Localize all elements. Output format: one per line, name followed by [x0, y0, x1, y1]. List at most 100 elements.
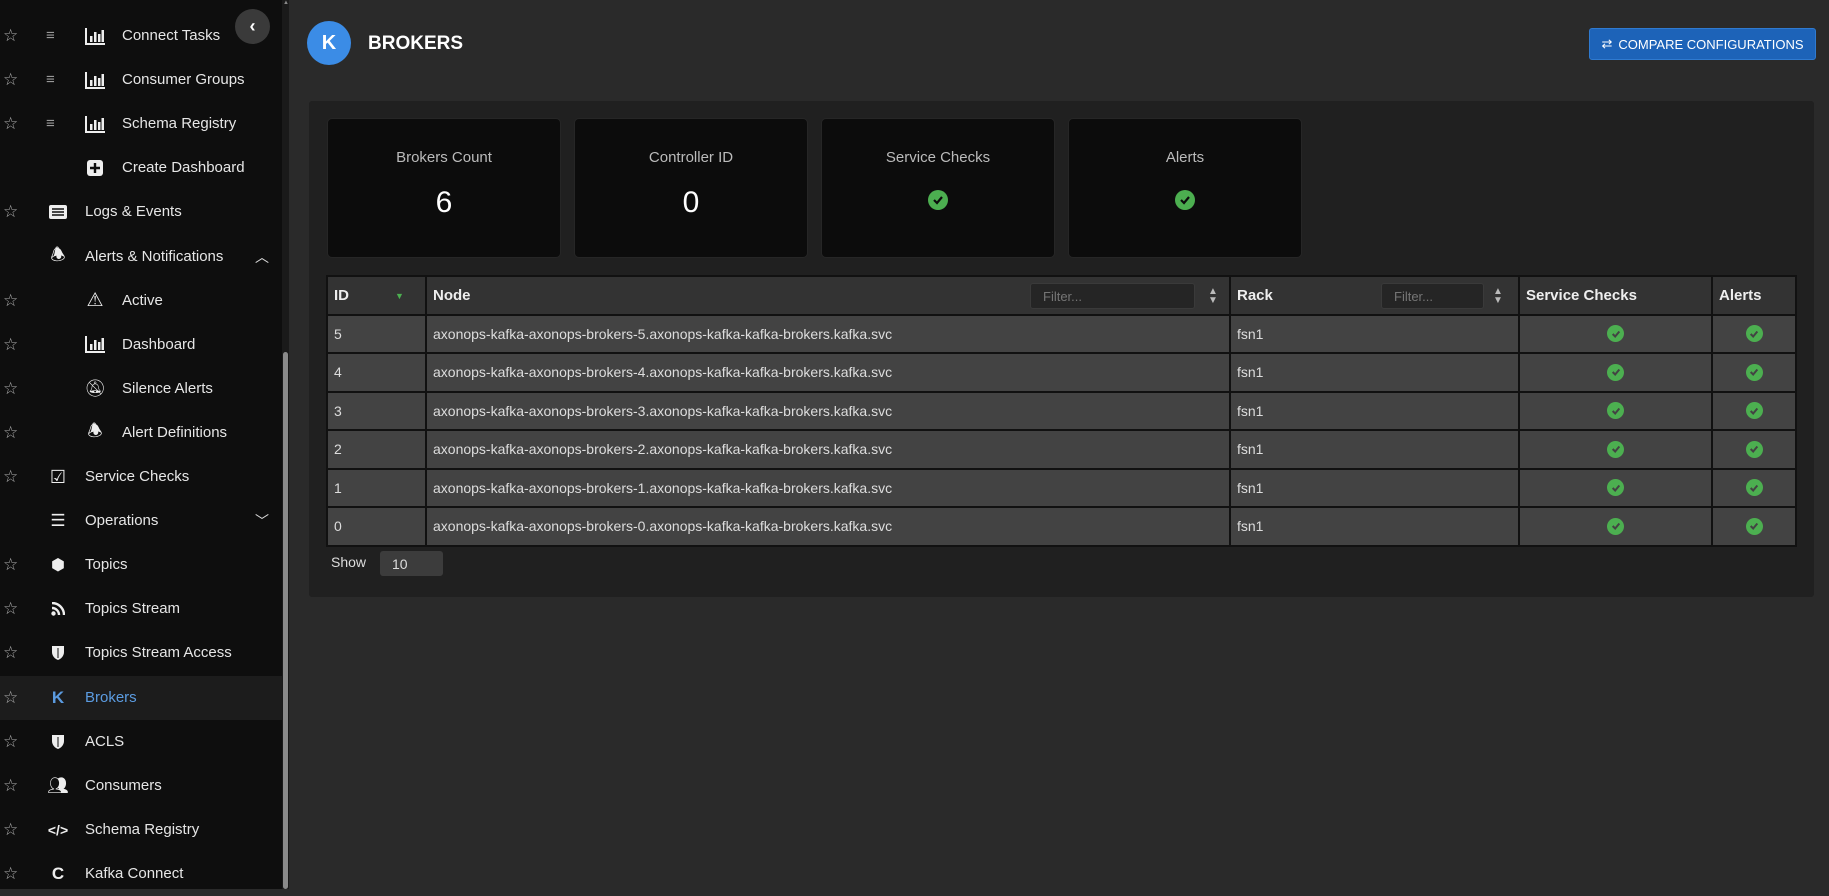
sidebar-item-logs-events[interactable]: ☆ Logs & Events	[0, 190, 282, 234]
drag-handle-icon[interactable]: ≡	[46, 27, 60, 45]
chevron-up-icon[interactable]: ︿	[255, 247, 269, 267]
cell-service-checks	[1518, 429, 1713, 470]
sidebar-item-schema-registry[interactable]: ☆ </> Schema Registry	[0, 808, 282, 852]
card-value: 0	[682, 186, 700, 219]
cell-rack: fsn1	[1229, 352, 1520, 393]
sidebar-item-label: Alerts & Notifications	[85, 247, 224, 265]
cell-rack: fsn1	[1229, 390, 1520, 431]
card-title: Controller ID	[648, 149, 734, 166]
sidebar-item-topics[interactable]: ☆ ⬢ Topics	[0, 543, 282, 587]
favorite-star-icon[interactable]: ☆	[3, 203, 21, 221]
sidebar-item-label: Schema Registry	[122, 115, 237, 133]
cell-node: axonops-kafka-axonops-brokers-4.axonops-…	[425, 352, 1231, 393]
favorite-star-icon[interactable]: ☆	[3, 688, 21, 707]
sidebar-item-label: Active	[122, 291, 163, 309]
favorite-star-icon[interactable]: ☆	[3, 556, 21, 574]
sidebar-scrollbar[interactable]: ▲	[282, 0, 289, 889]
sidebar-item-label: Brokers	[85, 688, 137, 706]
favorite-star-icon[interactable]: ☆	[3, 291, 21, 310]
cell-node: axonops-kafka-axonops-brokers-2.axonops-…	[425, 429, 1231, 470]
cell-alerts	[1711, 390, 1797, 431]
sort-icon[interactable]: ▲ ▼	[1493, 287, 1503, 306]
favorite-star-icon[interactable]: ☆	[3, 600, 21, 618]
column-header-node[interactable]: Node ▲▼	[425, 275, 1231, 316]
favorite-star-icon[interactable]: ☆	[3, 423, 21, 442]
favorite-star-icon[interactable]: ☆	[3, 468, 21, 486]
check-circle-icon	[1607, 479, 1624, 497]
sidebar-item-kafka-connect[interactable]: ☆ C Kafka Connect	[0, 852, 282, 896]
sidebar-item-silence-alerts[interactable]: ☆ 🔕︎ Silence Alerts	[0, 367, 282, 411]
chevron-down-icon[interactable]: ﹀	[255, 511, 269, 531]
sidebar-item-label: Operations	[85, 512, 159, 530]
sidebar-item-alerts-notifications[interactable]: 🕭 Alerts & Notifications ︿	[0, 235, 282, 279]
favorite-star-icon[interactable]: ☆	[3, 820, 21, 839]
favorite-star-icon[interactable]: ☆	[3, 864, 21, 883]
sidebar-item-schema-registry[interactable]: ☆ ≡ Schema Registry	[0, 102, 282, 146]
header-label: Rack	[1237, 286, 1273, 304]
favorite-star-icon[interactable]: ☆	[3, 776, 21, 795]
sidebar-item-service-checks[interactable]: ☆ ☑ Service Checks	[0, 455, 282, 499]
cell-alerts	[1711, 467, 1797, 508]
page-size-select[interactable]: 10	[380, 551, 443, 576]
check-circle-icon	[1745, 440, 1763, 458]
sidebar-item-brokers[interactable]: ☆ K Brokers	[0, 675, 282, 720]
favorite-star-icon[interactable]: ☆	[3, 644, 21, 662]
favorite-star-icon[interactable]: ☆	[3, 732, 21, 751]
sidebar-item-consumers[interactable]: ☆ 👥︎ Consumers	[0, 764, 282, 808]
sort-desc-icon: ▼	[395, 291, 404, 301]
sidebar-item-label: Topics	[85, 556, 128, 574]
cell-id: 2	[326, 429, 427, 470]
sidebar-item-operations[interactable]: ☰ Operations ﹀	[0, 499, 282, 543]
sidebar-item-create-dashboard[interactable]: Create Dashboard	[0, 146, 282, 190]
sidebar-item-consumer-groups[interactable]: ☆ ≡ Consumer Groups	[0, 58, 282, 102]
chevron-left-icon: ‹	[249, 16, 256, 36]
sidebar-item-label: ACLS	[85, 732, 125, 750]
cell-rack: fsn1	[1229, 506, 1520, 547]
cell-rack: fsn1	[1229, 313, 1520, 354]
column-header-id[interactable]: ID ▼	[326, 275, 427, 316]
sidebar-item-dashboard[interactable]: ☆ Dashboard	[0, 323, 282, 367]
cell-node: axonops-kafka-axonops-brokers-0.axonops-…	[425, 506, 1231, 547]
cell-alerts	[1711, 313, 1797, 354]
node-filter-input[interactable]	[1030, 283, 1195, 309]
table-row[interactable]: 3 axonops-kafka-axonops-brokers-3.axonops…	[326, 390, 1797, 431]
plus-square-icon	[84, 158, 106, 178]
table-row[interactable]: 0 axonops-kafka-axonops-brokers-0.axonops…	[326, 506, 1797, 547]
collapse-sidebar-button[interactable]: ‹	[235, 9, 270, 44]
cell-alerts	[1711, 429, 1797, 470]
cell-service-checks	[1518, 506, 1713, 547]
header-label: ID	[334, 286, 349, 304]
drag-handle-icon[interactable]: ≡	[46, 115, 60, 133]
favorite-star-icon[interactable]: ☆	[3, 71, 21, 89]
scroll-up-arrow-icon[interactable]: ▲	[283, 0, 289, 6]
column-header-service-checks[interactable]: Service Checks	[1518, 275, 1713, 316]
table-row[interactable]: 4 axonops-kafka-axonops-brokers-4.axonops…	[326, 352, 1797, 393]
sort-icon[interactable]: ▲ ▼	[1208, 287, 1218, 306]
cell-alerts	[1711, 506, 1797, 547]
favorite-star-icon[interactable]: ☆	[3, 379, 21, 398]
kafka-icon: K	[51, 687, 65, 707]
column-header-alerts[interactable]: Alerts	[1711, 275, 1797, 316]
table-row[interactable]: 1 axonops-kafka-axonops-brokers-1.axonops…	[326, 467, 1797, 508]
check-circle-icon	[928, 190, 948, 210]
table-row[interactable]: 2 axonops-kafka-axonops-brokers-2.axonops…	[326, 429, 1797, 470]
table-row[interactable]: 5 axonops-kafka-axonops-brokers-5.axonops…	[326, 313, 1797, 354]
column-header-rack[interactable]: Rack ▲▼	[1229, 275, 1520, 316]
sidebar-item-acls[interactable]: ☆ ACLS	[0, 720, 282, 764]
sidebar-item-topics-stream-access[interactable]: ☆ Topics Stream Access	[0, 631, 282, 675]
sidebar-item-alert-definitions[interactable]: ☆ 🕭 Alert Definitions	[0, 411, 282, 455]
page-title: BROKERS	[368, 33, 464, 54]
check-circle-icon	[1175, 190, 1195, 210]
compare-configurations-button[interactable]: ⇄ COMPARE CONFIGURATIONS	[1589, 28, 1816, 60]
drag-handle-icon[interactable]: ≡	[46, 71, 60, 89]
favorite-star-icon[interactable]: ☆	[3, 115, 21, 133]
scrollbar-thumb[interactable]	[283, 352, 288, 889]
sidebar-item-topics-stream[interactable]: ☆ Topics Stream	[0, 587, 282, 631]
alerts-card: Alerts	[1068, 118, 1302, 258]
sidebar-item-label: Dashboard	[122, 335, 196, 353]
sidebar-item-label: Silence Alerts	[122, 379, 213, 397]
favorite-star-icon[interactable]: ☆	[3, 335, 21, 354]
rack-filter-input[interactable]	[1381, 283, 1484, 309]
favorite-star-icon[interactable]: ☆	[3, 27, 21, 45]
sidebar-item-active[interactable]: ☆ ⚠ Active	[0, 279, 282, 323]
